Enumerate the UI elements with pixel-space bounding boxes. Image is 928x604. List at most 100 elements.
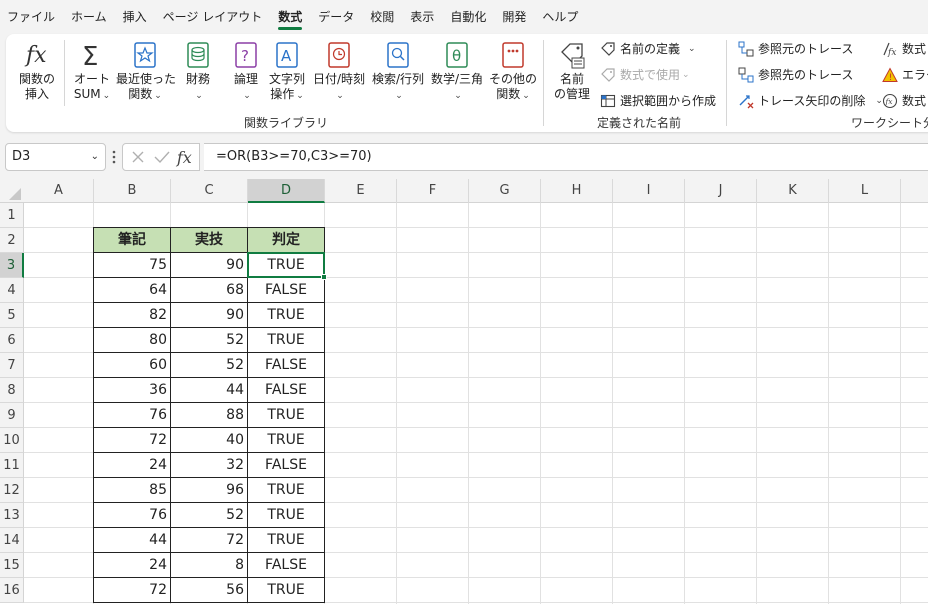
column-header[interactable]: C [171,179,248,203]
result-cell[interactable]: FALSE [247,552,325,578]
score-cell[interactable]: 82 [93,302,171,328]
score-cell[interactable]: 8 [170,552,248,578]
score-cell[interactable]: 52 [170,352,248,378]
menu-tab[interactable]: ホーム [71,0,115,34]
row-header[interactable]: 4 [0,278,24,303]
insert-function-fx-icon[interactable]: fx [177,148,192,167]
score-cell[interactable]: 72 [93,577,171,603]
result-cell[interactable]: TRUE [247,577,325,603]
result-cell[interactable]: TRUE [247,527,325,553]
define-name-button[interactable]: 名前の定義 ⌄ [600,40,696,57]
autosum-button[interactable]: Σ オート SUM ⌄ [70,40,114,104]
fill-handle[interactable] [321,274,327,280]
score-cell[interactable]: 96 [170,477,248,503]
column-header[interactable]: D [248,179,325,203]
menu-tab[interactable]: 開発 [502,0,534,34]
column-header[interactable]: F [397,179,469,203]
score-cell[interactable]: 40 [170,427,248,453]
result-cell[interactable]: TRUE [247,477,325,503]
result-cell[interactable]: TRUE [247,402,325,428]
score-cell[interactable]: 52 [170,327,248,353]
row-header[interactable]: 12 [0,478,24,503]
enter-check-icon[interactable] [153,149,171,165]
financial-button[interactable]: 財務 ⌄ [180,40,216,104]
chevron-down-icon[interactable]: ⌄ [91,144,99,170]
score-cell[interactable]: 76 [93,402,171,428]
score-cell[interactable]: 72 [93,427,171,453]
score-cell[interactable]: 60 [93,352,171,378]
score-cell[interactable]: 44 [170,377,248,403]
result-cell[interactable]: FALSE [247,377,325,403]
row-header[interactable]: 16 [0,578,24,603]
show-formulas-button[interactable]: fx 数式 [882,40,926,57]
row-header[interactable]: 3 [0,253,24,278]
menu-tab[interactable]: 校閲 [370,0,402,34]
worksheet-grid[interactable]: ABCDEFGHIJKL 1 2 3 4 5 6 7 8 9 10 11 12 13 14 15 16 筆記 実技… [0,179,928,604]
row-header[interactable]: 9 [0,403,24,428]
row-header[interactable]: 7 [0,353,24,378]
use-in-formula-button[interactable]: 数式で使用 ⌄ [600,66,690,83]
select-all-corner[interactable] [0,179,24,203]
evaluate-formula-button[interactable]: fx 数式 [882,92,926,109]
column-header[interactable]: A [24,179,94,203]
row-header[interactable]: 1 [0,203,24,228]
score-cell[interactable]: 80 [93,327,171,353]
result-cell[interactable]: FALSE [247,352,325,378]
name-manager-button[interactable]: 名前 の管理 [550,40,594,102]
score-cell[interactable]: 52 [170,502,248,528]
recently-used-button[interactable]: 最近使った 関数 ⌄ [116,40,176,104]
score-cell[interactable]: 64 [93,277,171,303]
error-checking-button[interactable]: ! エラー [882,66,928,83]
row-header[interactable]: 15 [0,553,24,578]
lookup-button[interactable]: 検索/行列 ⌄ [370,40,426,104]
logical-button[interactable]: ? 論理 ⌄ [228,40,264,104]
score-cell[interactable]: 75 [93,252,171,278]
score-cell[interactable]: 76 [93,502,171,528]
score-cell[interactable]: 24 [93,552,171,578]
score-cell[interactable]: 85 [93,477,171,503]
score-cell[interactable]: 44 [93,527,171,553]
row-header[interactable]: 5 [0,303,24,328]
datetime-button[interactable]: 日付/時刻 ⌄ [310,40,368,104]
more-options-icon[interactable] [112,150,116,164]
result-cell[interactable]: TRUE [247,327,325,353]
result-cell[interactable]: FALSE [247,452,325,478]
table-header-cell[interactable]: 実技 [170,227,248,253]
column-header[interactable]: E [325,179,397,203]
math-button[interactable]: θ 数学/三角 ⌄ [428,40,486,104]
trace-precedents-button[interactable]: 参照元のトレース [738,40,853,57]
row-header[interactable]: 11 [0,453,24,478]
row-header[interactable]: 8 [0,378,24,403]
name-box[interactable]: D3 ⌄ [5,143,106,171]
score-cell[interactable]: 32 [170,452,248,478]
score-cell[interactable]: 90 [170,302,248,328]
score-cell[interactable]: 72 [170,527,248,553]
menu-tab[interactable]: 表示 [410,0,442,34]
remove-arrows-button[interactable]: トレース矢印の削除 ⌄ [738,92,883,109]
insert-function-button[interactable]: fx 関数の 挿入 [16,40,58,102]
score-cell[interactable]: 24 [93,452,171,478]
menu-tab[interactable]: データ [318,0,362,34]
table-header-cell[interactable]: 筆記 [93,227,171,253]
result-cell[interactable]: TRUE [247,502,325,528]
menu-tab[interactable]: 挿入 [123,0,155,34]
row-header[interactable]: 13 [0,503,24,528]
menu-tab[interactable]: 自動化 [450,0,494,34]
result-cell[interactable]: TRUE [247,302,325,328]
score-cell[interactable]: 56 [170,577,248,603]
column-header[interactable]: K [757,179,829,203]
menu-tab[interactable]: ヘルプ [542,0,586,34]
score-cell[interactable]: 36 [93,377,171,403]
menu-tab[interactable]: ページ レイアウト [163,0,271,34]
result-cell[interactable]: TRUE [247,252,325,278]
column-header[interactable]: H [541,179,613,203]
menu-tab[interactable]: ファイル [7,0,63,34]
row-header[interactable]: 10 [0,428,24,453]
row-header[interactable]: 2 [0,228,24,253]
column-header[interactable]: J [685,179,757,203]
more-functions-button[interactable]: その他の 関数 ⌄ [488,40,538,104]
column-header[interactable]: G [469,179,541,203]
menu-tab[interactable]: 数式 [278,0,310,34]
cancel-icon[interactable] [130,149,146,165]
score-cell[interactable]: 90 [170,252,248,278]
